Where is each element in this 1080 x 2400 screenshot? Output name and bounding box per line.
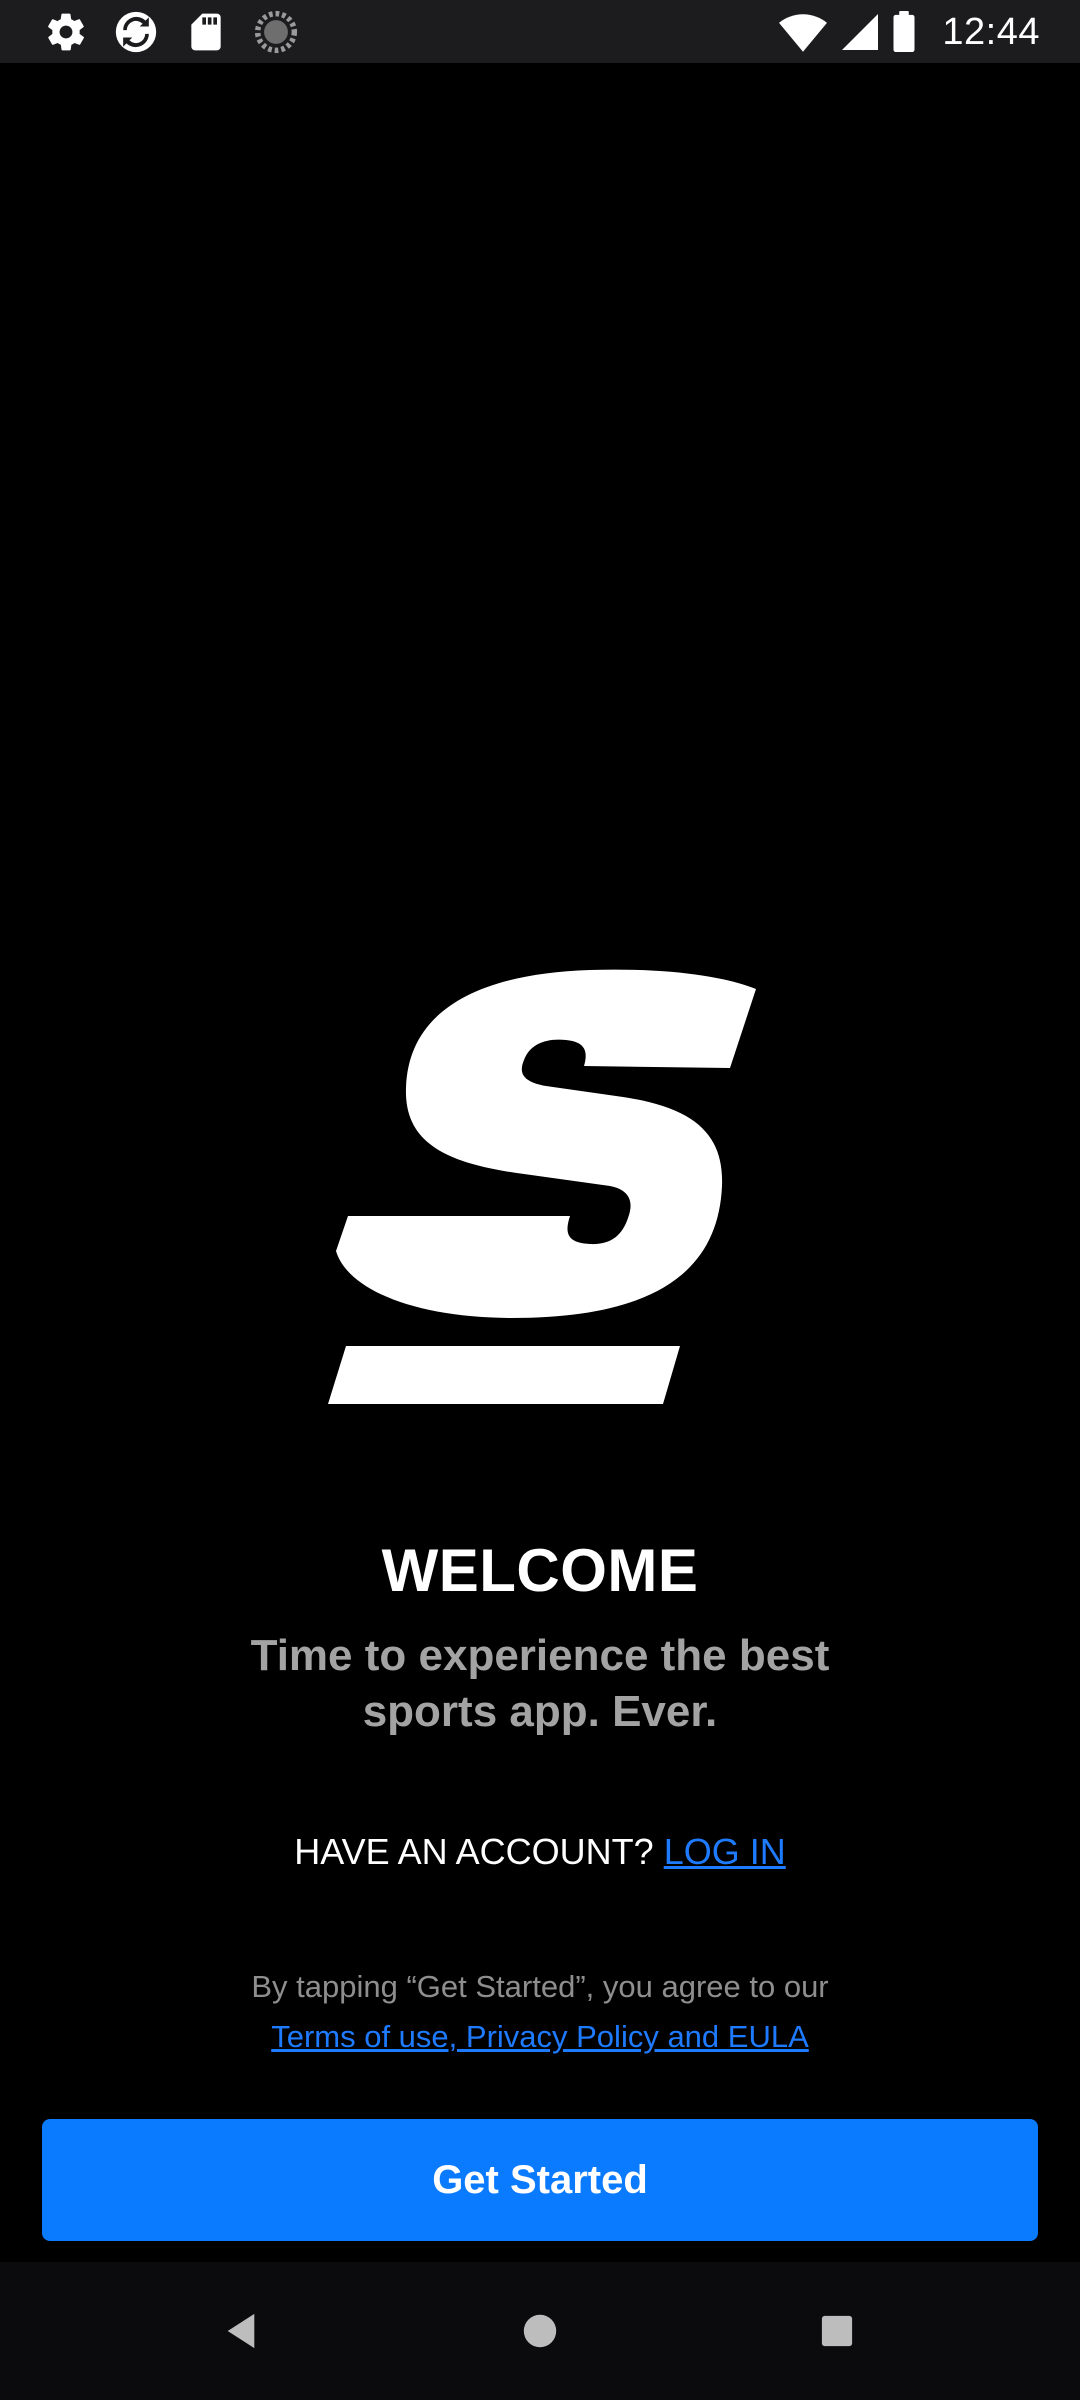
back-icon xyxy=(227,2313,255,2349)
back-button[interactable] xyxy=(210,2300,272,2362)
legal-notice: By tapping “Get Started”, you agree to o… xyxy=(0,1962,1080,2062)
sd-card-icon xyxy=(191,13,221,51)
status-bar-system: 12:44 xyxy=(778,8,1040,56)
system-navigation-bar xyxy=(0,2262,1080,2400)
sync-refresh-icon xyxy=(115,11,157,53)
battery-icon xyxy=(893,11,915,53)
recents-button[interactable] xyxy=(806,2300,868,2362)
have-account-prompt: HAVE AN ACCOUNT? xyxy=(294,1831,654,1872)
get-started-button[interactable]: Get Started xyxy=(42,2119,1038,2241)
app-logo-s-icon xyxy=(328,969,756,1404)
terms-privacy-eula-link[interactable]: Terms of use, Privacy Policy and EULA xyxy=(271,2019,809,2054)
welcome-subtitle: Time to experience the best sports app. … xyxy=(250,1631,830,1736)
status-time: 12:44 xyxy=(942,10,1040,53)
settings-gear-icon xyxy=(48,13,84,51)
status-bar-notifications xyxy=(44,8,298,56)
home-button[interactable] xyxy=(509,2300,571,2362)
welcome-screen: 12:44 WELCOME Time to experience the bes… xyxy=(0,0,1080,2400)
wifi-icon xyxy=(779,14,828,52)
status-bar: 12:44 xyxy=(0,0,1080,63)
recents-icon xyxy=(821,2315,853,2347)
home-icon xyxy=(523,2314,557,2348)
cellular-signal-icon xyxy=(842,14,879,50)
loading-spinner-icon xyxy=(254,10,298,54)
welcome-title: WELCOME xyxy=(381,1537,699,1604)
login-link[interactable]: LOG IN xyxy=(664,1831,786,1872)
legal-notice-text: By tapping “Get Started”, you agree to o… xyxy=(251,1969,829,2004)
have-account-row: HAVE AN ACCOUNT? LOG IN xyxy=(0,1826,1080,1878)
